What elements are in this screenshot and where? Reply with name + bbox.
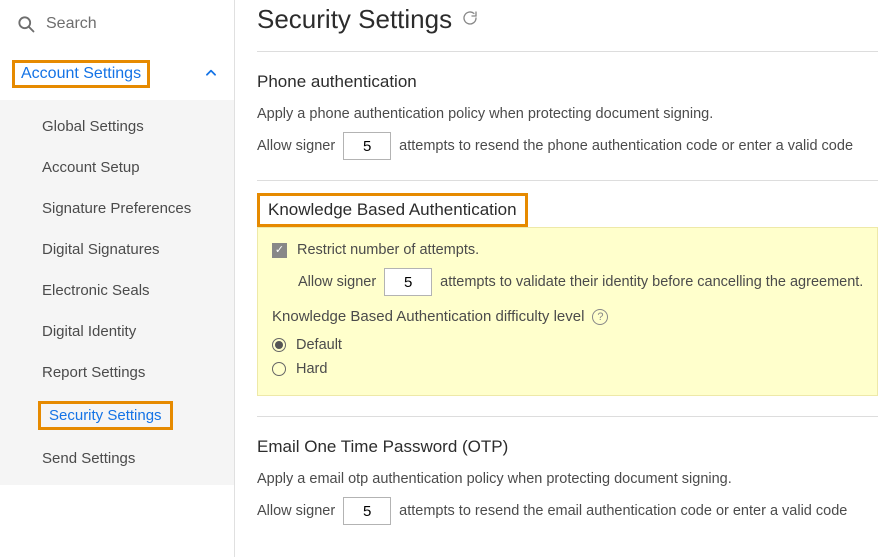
divider	[257, 180, 878, 181]
search-placeholder: Search	[46, 15, 97, 33]
sidebar-item-signature-preferences[interactable]: Signature Preferences	[0, 188, 234, 229]
attempts-suffix: attempts to resend the phone authenticat…	[399, 138, 853, 154]
divider	[257, 416, 878, 417]
section-kba: Knowledge Based Authentication ✓ Restric…	[257, 193, 878, 396]
sidebar-section-label: Account Settings	[12, 60, 150, 88]
phone-auth-title: Phone authentication	[257, 64, 878, 100]
search-icon	[16, 14, 36, 34]
otp-title: Email One Time Password (OTP)	[257, 429, 878, 465]
kba-restrict-row[interactable]: ✓ Restrict number of attempts.	[272, 240, 863, 268]
phone-attempts-input[interactable]	[343, 132, 391, 160]
phone-auth-attempts-row: Allow signer attempts to resend the phon…	[257, 132, 878, 160]
kba-block: ✓ Restrict number of attempts. Allow sig…	[257, 227, 878, 396]
radio-label-default: Default	[296, 337, 342, 353]
divider	[257, 51, 878, 52]
phone-auth-desc: Apply a phone authentication policy when…	[257, 100, 878, 132]
sidebar-subitems: Global Settings Account Setup Signature …	[0, 100, 234, 485]
kba-radio-hard[interactable]: Hard	[272, 357, 863, 381]
sidebar-item-report-settings[interactable]: Report Settings	[0, 352, 234, 393]
allow-signer-label: Allow signer	[298, 274, 376, 290]
page-title: Security Settings	[257, 4, 452, 35]
search-row[interactable]: Search	[0, 0, 234, 48]
sidebar: Search Account Settings Global Settings …	[0, 0, 235, 557]
sidebar-item-account-setup[interactable]: Account Setup	[0, 147, 234, 188]
radio-label-hard: Hard	[296, 361, 327, 377]
sidebar-item-electronic-seals[interactable]: Electronic Seals	[0, 270, 234, 311]
kba-title: Knowledge Based Authentication	[257, 193, 528, 227]
sidebar-item-send-settings[interactable]: Send Settings	[0, 438, 234, 479]
section-phone-auth: Phone authentication Apply a phone authe…	[257, 64, 878, 160]
kba-radio-default[interactable]: Default	[272, 333, 863, 357]
sidebar-item-security-settings[interactable]: Security Settings	[0, 393, 234, 438]
sidebar-item-digital-identity[interactable]: Digital Identity	[0, 311, 234, 352]
kba-difficulty-title: Knowledge Based Authentication difficult…	[272, 308, 584, 325]
otp-attempts-input[interactable]	[343, 497, 391, 525]
restrict-label: Restrict number of attempts.	[297, 242, 479, 258]
otp-desc: Apply a email otp authentication policy …	[257, 465, 878, 497]
kba-attempts-input[interactable]	[384, 268, 432, 296]
radio-unselected-icon[interactable]	[272, 362, 286, 376]
chevron-up-icon	[204, 66, 218, 83]
sidebar-item-digital-signatures[interactable]: Digital Signatures	[0, 229, 234, 270]
kba-attempts-row: Allow signer attempts to validate their …	[298, 268, 863, 296]
sidebar-section-account-settings[interactable]: Account Settings	[0, 48, 234, 100]
otp-attempts-row: Allow signer attempts to resend the emai…	[257, 497, 878, 525]
kba-difficulty-title-row: Knowledge Based Authentication difficult…	[272, 296, 863, 333]
checkbox-checked-icon[interactable]: ✓	[272, 243, 287, 258]
help-icon[interactable]: ?	[592, 309, 608, 325]
attempts-suffix: attempts to validate their identity befo…	[440, 274, 863, 290]
attempts-suffix: attempts to resend the email authenticat…	[399, 503, 847, 519]
allow-signer-label: Allow signer	[257, 503, 335, 519]
main-content: Security Settings Phone authentication A…	[235, 0, 878, 557]
refresh-icon[interactable]	[462, 10, 478, 29]
sidebar-item-global-settings[interactable]: Global Settings	[0, 106, 234, 147]
radio-selected-icon[interactable]	[272, 338, 286, 352]
allow-signer-label: Allow signer	[257, 138, 335, 154]
section-otp: Email One Time Password (OTP) Apply a em…	[257, 429, 878, 525]
